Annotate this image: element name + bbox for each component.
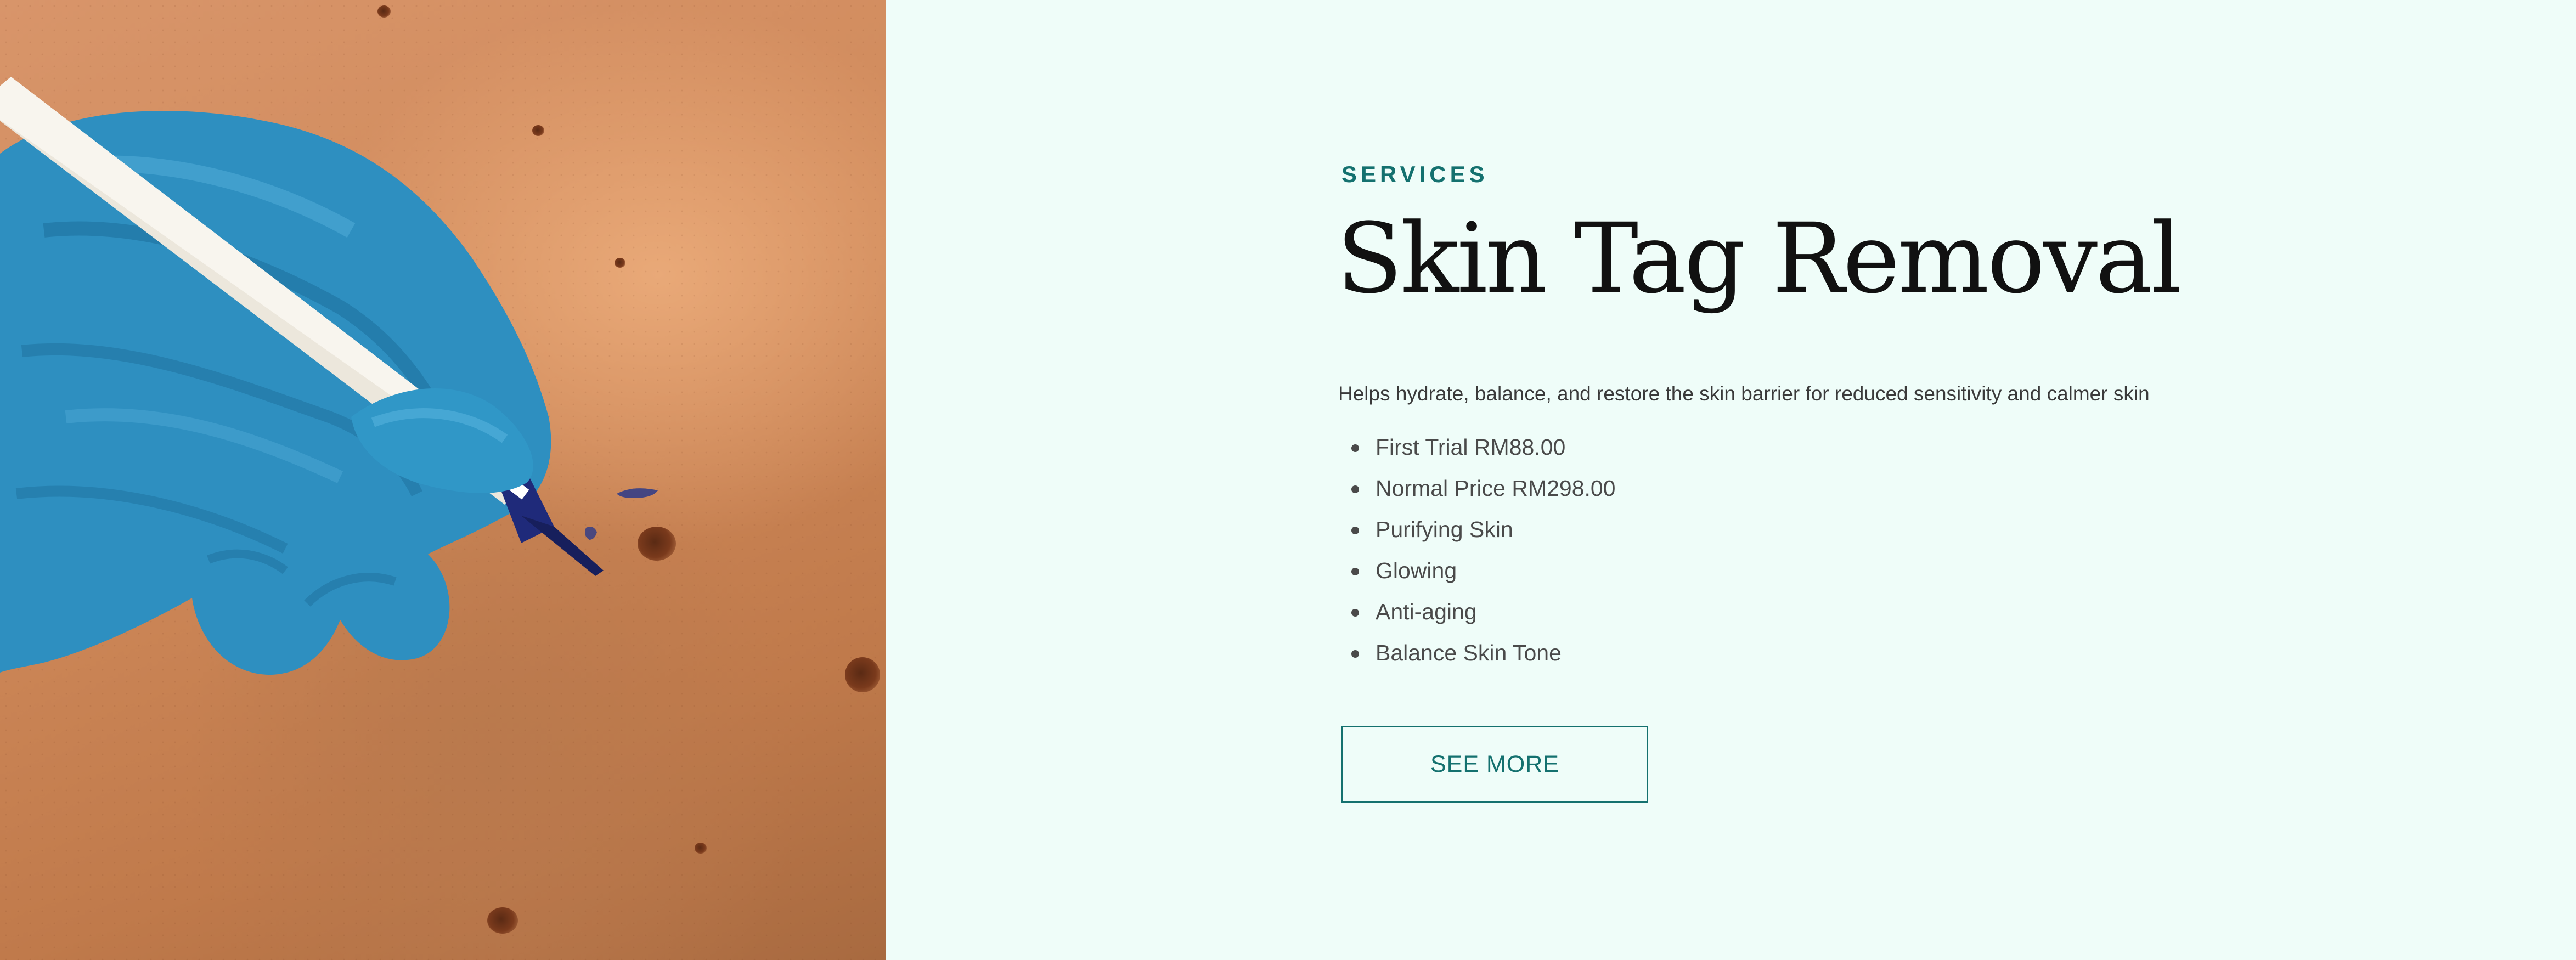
ink-mark xyxy=(585,527,597,540)
bullet-icon xyxy=(1351,568,1359,575)
list-item: Glowing xyxy=(1351,550,1616,591)
bullet-icon xyxy=(1351,650,1359,658)
feature-text: Balance Skin Tone xyxy=(1376,640,1562,665)
bullet-icon xyxy=(1351,527,1359,534)
feature-text: Glowing xyxy=(1376,558,1457,583)
bullet-icon xyxy=(1351,609,1359,617)
list-item: Normal Price RM298.00 xyxy=(1351,468,1616,509)
feature-text: Anti-aging xyxy=(1376,599,1477,624)
service-details: SERVICES Skin Tag Removal Helps hydrate,… xyxy=(886,0,2576,960)
bullet-icon xyxy=(1351,444,1359,452)
list-item: Purifying Skin xyxy=(1351,509,1616,550)
list-item: First Trial RM88.00 xyxy=(1351,427,1616,468)
see-more-button[interactable]: SEE MORE xyxy=(1341,726,1648,803)
feature-text: Normal Price RM298.00 xyxy=(1376,476,1616,501)
list-item: Anti-aging xyxy=(1351,591,1616,633)
feature-text: First Trial RM88.00 xyxy=(1376,434,1566,460)
gloved-hand-marking-skin-image xyxy=(0,0,886,960)
service-description: Helps hydrate, balance, and restore the … xyxy=(1338,382,2150,405)
ink-mark xyxy=(617,488,658,498)
feature-text: Purifying Skin xyxy=(1376,517,1513,542)
feature-list: First Trial RM88.00 Normal Price RM298.0… xyxy=(1338,427,1616,674)
services-section: SERVICES Skin Tag Removal Helps hydrate,… xyxy=(0,0,2576,960)
service-title: Skin Tag Removal xyxy=(1337,202,2182,315)
list-item: Balance Skin Tone xyxy=(1351,633,1616,674)
hand-and-marker-illustration xyxy=(0,77,658,675)
bullet-icon xyxy=(1351,485,1359,493)
section-eyebrow: SERVICES xyxy=(1341,161,1489,187)
